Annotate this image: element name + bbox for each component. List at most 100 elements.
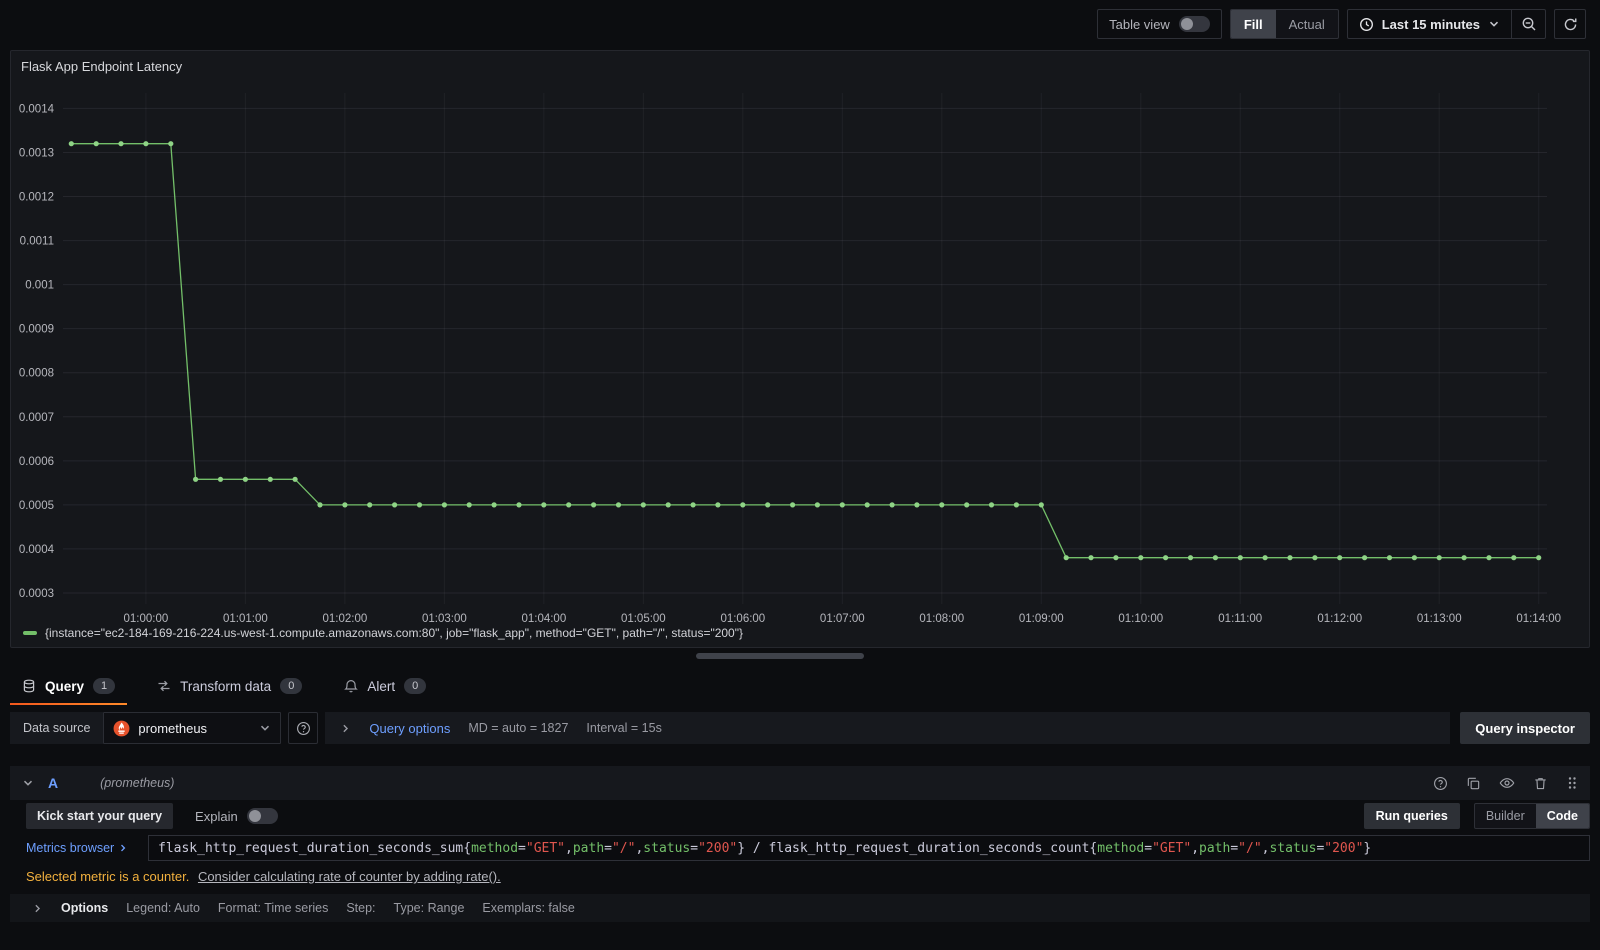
table-view-label: Table view <box>1109 16 1170 32</box>
legend-series-swatch <box>23 631 37 635</box>
svg-text:0.0004: 0.0004 <box>19 544 55 556</box>
toggle-visibility-eye-icon[interactable] <box>1499 775 1515 791</box>
delete-query-trash-icon[interactable] <box>1533 776 1548 791</box>
svg-text:01:08:00: 01:08:00 <box>919 613 964 625</box>
svg-text:01:10:00: 01:10:00 <box>1118 613 1163 625</box>
query-token: = <box>690 840 699 856</box>
svg-text:0.0011: 0.0011 <box>20 236 54 248</box>
fill-button[interactable]: Fill <box>1230 10 1276 38</box>
code-mode-button[interactable]: Code <box>1535 804 1589 828</box>
svg-text:0.0005: 0.0005 <box>19 500 54 512</box>
query-token: path <box>572 840 605 856</box>
svg-text:01:06:00: 01:06:00 <box>720 613 765 625</box>
query-token: method <box>471 840 519 856</box>
query-token: , <box>1191 840 1200 856</box>
query-row-actions <box>1433 775 1578 791</box>
chevron-right-icon <box>32 903 43 914</box>
svg-text:0.0008: 0.0008 <box>19 368 54 380</box>
builder-code-group: Builder Code <box>1473 803 1590 829</box>
datasource-help-button[interactable] <box>288 712 319 744</box>
tab-alert[interactable]: Alert 0 <box>338 667 432 705</box>
tab-transform-data[interactable]: Transform data 0 <box>151 667 308 705</box>
query-help-icon[interactable] <box>1433 776 1448 791</box>
svg-text:0.0013: 0.0013 <box>19 147 54 159</box>
explain-toggle[interactable] <box>246 808 278 824</box>
query-token: = <box>1230 840 1239 856</box>
datasource-select[interactable]: prometheus <box>103 712 282 744</box>
prometheus-icon <box>113 720 130 737</box>
query-inspector-button[interactable]: Query inspector <box>1460 712 1590 744</box>
query-token: , <box>635 840 644 856</box>
datasource-name: prometheus <box>138 720 208 736</box>
metrics-browser-label: Metrics browser <box>26 841 115 855</box>
interval-text: Interval = 15s <box>586 721 662 735</box>
svg-text:01:11:00: 01:11:00 <box>1218 613 1262 625</box>
query-token: , <box>565 840 573 856</box>
actual-button[interactable]: Actual <box>1276 10 1338 38</box>
query-token: status <box>643 840 691 856</box>
drag-handle-grip-icon[interactable] <box>1566 775 1578 791</box>
query-row-header: A (prometheus) <box>10 766 1590 800</box>
promql-query-input[interactable]: flask_http_request_duration_seconds_sum{… <box>148 835 1590 861</box>
query-token: = <box>1144 840 1153 856</box>
query-token: , <box>1261 840 1270 856</box>
kick-start-query-button[interactable]: Kick start your query <box>26 803 174 829</box>
options-summary: Legend: Auto Format: Time series Step: Type… <box>126 901 575 915</box>
time-range-label: Last 15 minutes <box>1381 16 1480 32</box>
warning-text: Selected metric is a counter. <box>26 869 190 884</box>
table-view-toggle[interactable] <box>1178 16 1210 32</box>
query-token: } <box>1363 840 1372 856</box>
query-datasource-hint: (prometheus) <box>100 776 175 790</box>
zoom-out-button[interactable] <box>1511 10 1545 38</box>
tab-query[interactable]: Query 1 <box>9 667 128 705</box>
query-editor-body: Kick start your query Explain Run querie… <box>10 802 1590 922</box>
run-queries-button[interactable]: Run queries <box>1363 803 1460 829</box>
table-view-group: Table view <box>1097 9 1222 39</box>
time-range-button[interactable]: Last 15 minutes <box>1348 10 1511 38</box>
explain-label: Explain <box>195 808 238 824</box>
chevron-down-icon <box>1488 18 1500 30</box>
collapse-chevron-icon[interactable] <box>22 777 34 789</box>
query-token: "GET" <box>1152 840 1192 856</box>
builder-mode-button[interactable]: Builder <box>1475 804 1536 828</box>
svg-text:01:09:00: 01:09:00 <box>1019 613 1064 625</box>
latency-chart-svg[interactable]: 0.0014 0.0013 0.0012 0.0011 0.001 0.0009 0.000… <box>11 79 1589 627</box>
svg-text:0.001: 0.001 <box>25 280 54 292</box>
panel-resize-handle[interactable] <box>696 653 864 659</box>
svg-text:01:05:00: 01:05:00 <box>621 613 666 625</box>
query-options-label[interactable]: Query options <box>369 721 450 736</box>
toggle-knob <box>1180 18 1193 30</box>
svg-text:01:13:00: 01:13:00 <box>1417 613 1462 625</box>
max-datapoints-text: MD = auto = 1827 <box>468 721 569 735</box>
metrics-browser-button[interactable]: Metrics browser <box>26 841 148 855</box>
query-token: "/" <box>611 840 636 856</box>
query-options-summary-row[interactable]: Options Legend: Auto Format: Time series S… <box>10 894 1590 922</box>
refresh-button[interactable] <box>1554 9 1586 39</box>
query-token: status <box>1269 840 1317 856</box>
toggle-knob <box>248 810 261 822</box>
svg-text:0.0009: 0.0009 <box>19 324 54 336</box>
chevron-right-icon <box>340 723 351 734</box>
query-token: } / flask_http_request_duration_seconds_… <box>737 840 1098 856</box>
option-summary-item: Legend: Auto <box>126 901 200 915</box>
svg-text:01:01:00: 01:01:00 <box>223 613 268 625</box>
query-token: "200" <box>698 840 738 856</box>
legend-series-label[interactable]: {instance="ec2-184-169-216-224.us-west-1… <box>45 626 743 640</box>
query-token: "/" <box>1238 840 1262 856</box>
query-options-bar[interactable]: Query options MD = auto = 1827 Interval … <box>325 712 1451 744</box>
warning-rate-link[interactable]: Consider calculating rate of counter by … <box>198 869 501 884</box>
query-field-row: Metrics browser flask_http_request_durat… <box>10 835 1590 861</box>
datasource-row: Data source prometheus Query options MD … <box>10 712 1590 744</box>
tab-transform-count: 0 <box>280 678 303 694</box>
duplicate-query-icon[interactable] <box>1466 776 1481 791</box>
query-ref-id[interactable]: A <box>48 775 58 791</box>
counter-warning: Selected metric is a counter. Consider c… <box>10 869 1590 884</box>
svg-text:0.0006: 0.0006 <box>19 456 54 468</box>
options-label[interactable]: Options <box>61 901 108 915</box>
query-token: flask_http_request_duration_seconds_sum{ <box>158 840 472 856</box>
query-token: "200" <box>1324 840 1364 856</box>
svg-text:0.0007: 0.0007 <box>19 412 54 424</box>
svg-text:0.0003: 0.0003 <box>19 588 54 600</box>
option-summary-item: Exemplars: false <box>482 901 575 915</box>
svg-text:01:14:00: 01:14:00 <box>1516 613 1561 625</box>
